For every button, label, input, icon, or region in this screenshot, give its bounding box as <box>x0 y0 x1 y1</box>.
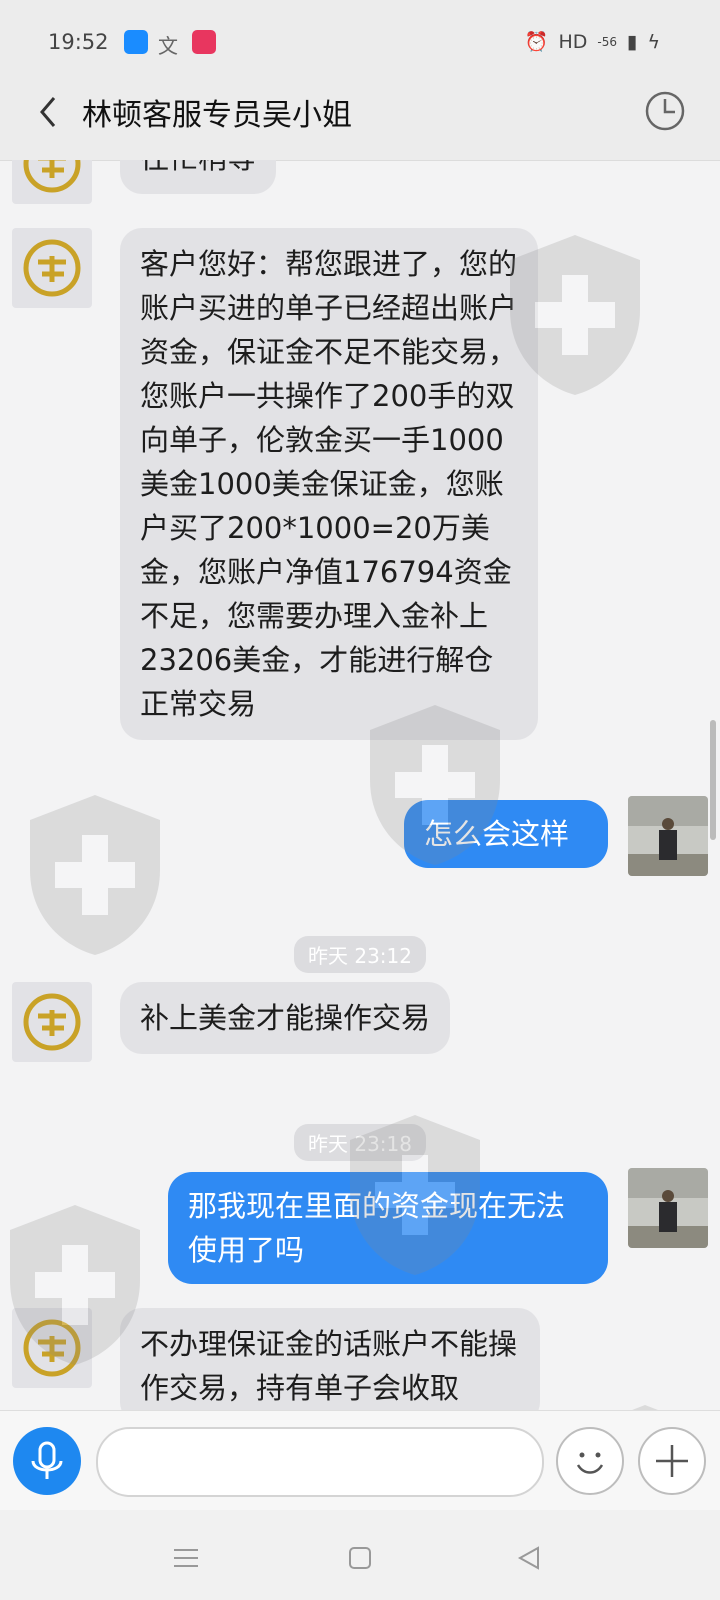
back-triangle-icon[interactable] <box>512 1540 548 1576</box>
smiley-icon <box>576 1452 604 1474</box>
home-square-icon[interactable] <box>342 1540 378 1576</box>
company-logo-icon <box>23 160 81 193</box>
voice-input-button[interactable] <box>13 1427 81 1495</box>
notification-app-icon-2 <box>192 30 216 54</box>
agent-avatar[interactable] <box>12 160 92 204</box>
message-text: 不办理保证金的话账户不能操作交易，持有单子会收取 <box>140 1327 518 1405</box>
message-bubble-received[interactable]: 不办理保证金的话账户不能操作交易，持有单子会收取 <box>120 1308 540 1410</box>
message-bubble-sent[interactable]: 怎么会这样 <box>404 800 608 868</box>
chat-area[interactable]: 往忙稍等 客户您好：帮您跟进了，您的账户买进的单子已经超出账户资金，保证金不足不… <box>0 160 720 1410</box>
clock-icon[interactable] <box>644 90 686 132</box>
message-bubble-received[interactable]: 客户您好：帮您跟进了，您的账户买进的单子已经超出账户资金，保证金不足不能交易，您… <box>120 228 538 740</box>
message-bubble-received[interactable]: 补上美金才能操作交易 <box>120 982 451 1054</box>
chat-title: 林顿客服专员吴小姐 <box>82 98 352 133</box>
charging-icon: ϟ <box>647 30 660 53</box>
status-right: ⏰ HD -56 ▮ ϟ <box>524 30 660 54</box>
company-logo-icon <box>23 239 81 297</box>
user-avatar[interactable] <box>628 796 708 876</box>
user-avatar[interactable] <box>628 1168 708 1248</box>
hd-indicator: HD <box>558 30 588 53</box>
notification-app-icon <box>124 30 148 54</box>
message-text: 怎么会这样 <box>424 817 570 851</box>
message-text: 那我现在里面的资金现在无法使用了吗 <box>188 1189 566 1267</box>
system-navigation-bar <box>0 1510 720 1600</box>
message-timestamp: 昨天 23:12 <box>294 936 426 973</box>
signal-strength: -56 <box>597 34 617 49</box>
company-logo-icon <box>23 993 81 1051</box>
more-options-button[interactable] <box>638 1427 706 1495</box>
agent-avatar[interactable] <box>12 228 92 308</box>
notification-translate-icon: 文 <box>158 34 178 58</box>
plus-icon <box>656 1445 688 1477</box>
signal-icon: ▮ <box>626 30 638 53</box>
message-bubble-received[interactable]: 往忙稍等 <box>120 160 277 194</box>
message-timestamp: 昨天 23:18 <box>294 1124 426 1161</box>
status-bar: 19:52 文 ⏰ HD -56 ▮ ϟ <box>0 0 720 64</box>
company-logo-icon <box>23 1319 81 1377</box>
agent-avatar[interactable] <box>12 982 92 1062</box>
agent-avatar[interactable] <box>12 1308 92 1388</box>
message-text: 客户您好：帮您跟进了，您的账户买进的单子已经超出账户资金，保证金不足不能交易，您… <box>140 247 518 721</box>
scrollbar[interactable] <box>710 720 716 840</box>
message-text: 往忙稍等 <box>140 160 256 175</box>
chat-header: 林顿客服专员吴小姐 <box>0 64 720 161</box>
chevron-left-icon[interactable] <box>32 88 68 136</box>
message-input[interactable] <box>96 1427 544 1497</box>
status-time: 19:52 <box>48 30 109 54</box>
message-text: 补上美金才能操作交易 <box>140 1001 431 1035</box>
emoji-button[interactable] <box>556 1427 624 1495</box>
menu-icon[interactable] <box>168 1540 204 1576</box>
message-input-bar <box>0 1410 720 1511</box>
message-bubble-sent[interactable]: 那我现在里面的资金现在无法使用了吗 <box>168 1172 608 1284</box>
microphone-icon <box>31 1441 63 1479</box>
alarm-icon: ⏰ <box>524 31 549 53</box>
